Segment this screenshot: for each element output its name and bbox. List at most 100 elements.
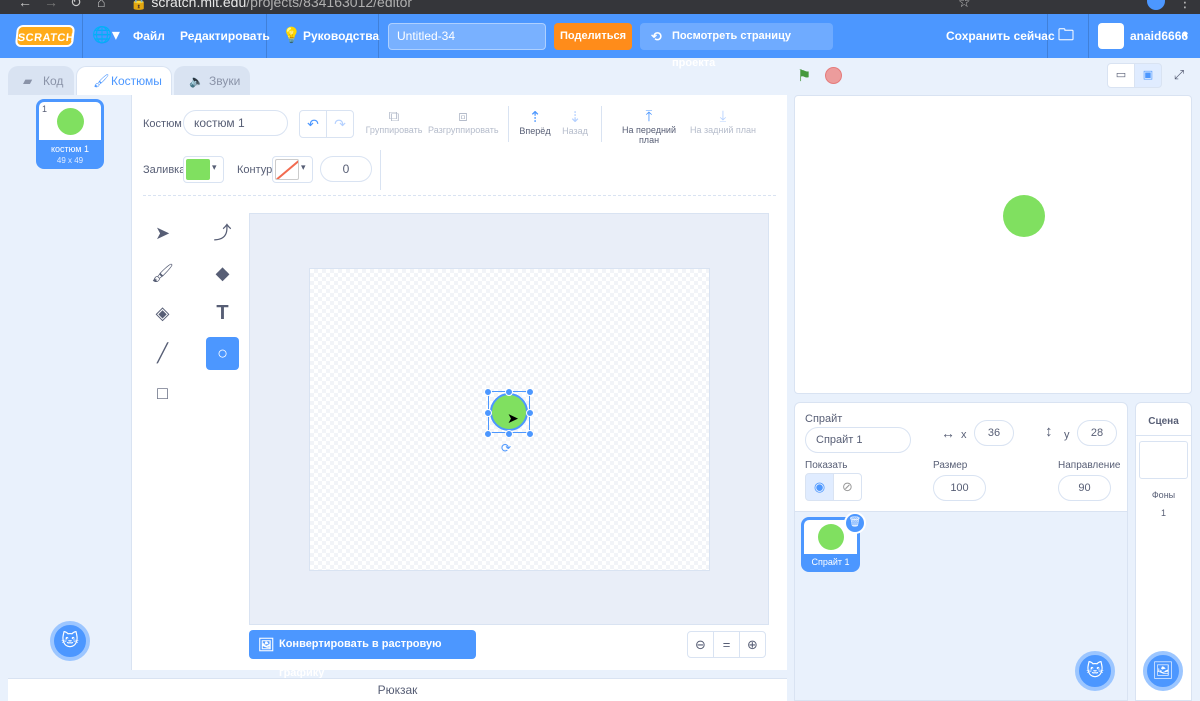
outline-color-picker[interactable]: ▾ <box>272 156 313 183</box>
circle-tool[interactable]: ○ <box>206 337 239 370</box>
group-button[interactable]: ⧉ Группировать <box>365 108 423 135</box>
resize-handle[interactable] <box>484 430 492 438</box>
zoom-in-button[interactable]: ⊕ <box>739 631 766 658</box>
rotate-handle-icon[interactable]: ⟳ <box>501 441 511 455</box>
share-button[interactable]: Поделиться <box>554 23 632 50</box>
fullscreen-icon: ⤢ <box>1173 67 1185 82</box>
resize-handle[interactable] <box>526 388 534 396</box>
eraser-tool[interactable]: ◆ <box>206 257 239 290</box>
menu-divider <box>82 14 83 58</box>
bookmark-star-icon[interactable]: ☆ <box>958 0 971 11</box>
back-icon[interactable]: ← <box>18 0 32 10</box>
choose-costume-button[interactable]: 🐱 <box>50 621 90 661</box>
resize-handle[interactable] <box>526 430 534 438</box>
fill-color-picker[interactable]: ▾ <box>183 156 224 183</box>
ungroup-button[interactable]: ⧈ Разгруппировать <box>428 108 499 135</box>
menu-divider <box>1047 14 1048 58</box>
my-stuff-folder-icon[interactable]: 🗀 <box>1058 14 1074 58</box>
fullscreen-button[interactable]: ⤢ <box>1166 63 1192 88</box>
convert-to-bitmap-button[interactable]: 🖼 Конвертировать в растровую графику <box>249 630 476 679</box>
square-icon: □ <box>157 383 168 403</box>
tab-costumes[interactable]: 🖌 Костюмы <box>76 66 172 97</box>
show-sprite-button[interactable]: ◉ <box>805 473 834 501</box>
small-stage-icon: ▭ <box>1115 69 1127 81</box>
tab-code[interactable]: ▰ Код <box>8 66 74 96</box>
undo-button[interactable]: ↶ <box>299 110 327 138</box>
direction-input[interactable]: 90 <box>1058 475 1111 501</box>
x-arrows-icon: ↔ <box>941 425 955 441</box>
stop-icon[interactable] <box>825 67 842 84</box>
y-label: y <box>1064 429 1070 441</box>
project-title-input[interactable]: Untitled-34 <box>388 23 546 50</box>
line-tool[interactable]: ╱ <box>146 337 179 370</box>
outline-label: Контур <box>237 164 273 176</box>
y-input[interactable]: 28 <box>1077 420 1117 446</box>
file-menu[interactable]: Файл <box>133 14 165 58</box>
back-arrow-icon: ⤓ <box>719 108 727 125</box>
choose-backdrop-button[interactable]: 🖼 <box>1143 651 1183 691</box>
zoom-reset-button[interactable]: = <box>713 631 740 658</box>
toolbar-divider <box>508 106 509 142</box>
save-now-button[interactable]: Сохранить сейчас <box>946 14 1055 58</box>
tutorials-menu[interactable]: Руководства <box>303 14 379 58</box>
fill-tool[interactable]: ◈ <box>146 297 179 330</box>
menu-divider <box>378 14 379 58</box>
send-to-back-button[interactable]: ⤓ На задний план <box>690 108 756 135</box>
size-input[interactable]: 100 <box>933 475 986 501</box>
x-input[interactable]: 36 <box>974 420 1014 446</box>
text-tool[interactable]: T <box>206 297 239 330</box>
large-stage-button[interactable]: ▣ <box>1134 63 1162 88</box>
stage[interactable] <box>794 95 1192 394</box>
reshape-tool[interactable]: ⤴ <box>206 217 239 250</box>
forward-icon[interactable]: → <box>44 0 58 10</box>
resize-handle[interactable] <box>505 430 513 438</box>
resize-handle[interactable] <box>526 409 534 417</box>
bring-to-front-button[interactable]: ⤒ На передний план <box>611 108 687 145</box>
front-arrow-icon: ⤒ <box>645 108 653 125</box>
sprite-name-input[interactable]: Спрайт 1 <box>805 427 911 453</box>
delete-sprite-button[interactable]: 🗑 <box>844 512 866 534</box>
resize-handle[interactable] <box>484 388 492 396</box>
select-tool[interactable]: ➤ <box>146 217 179 250</box>
eraser-icon: ◆ <box>215 263 230 283</box>
zoom-out-button[interactable]: ⊖ <box>687 631 714 658</box>
stage-sprite[interactable] <box>1003 195 1045 237</box>
scratch-logo[interactable]: SCRATCH <box>14 25 76 47</box>
address-bar[interactable]: 🔒 scratch.mit.edu/projects/834163012/edi… <box>130 0 412 11</box>
choose-sprite-button[interactable]: 🐱 <box>1075 651 1115 691</box>
tab-sounds[interactable]: 🔈 Звуки <box>174 66 250 96</box>
outline-width-input[interactable]: 0 <box>320 156 372 182</box>
costume-index: 1 <box>42 104 48 114</box>
small-stage-button[interactable]: ▭ <box>1107 63 1135 88</box>
menu-divider <box>266 14 267 58</box>
green-flag-icon[interactable]: ⚑ <box>797 66 811 86</box>
toolbar-divider <box>380 150 381 190</box>
backpack-bar[interactable]: Рюкзак <box>8 678 787 701</box>
costume-thumbnail[interactable]: 1 костюм 1 49 x 49 <box>36 99 104 169</box>
backdrop-thumbnail[interactable] <box>1139 441 1188 479</box>
see-project-page-button[interactable]: ⟲ Посмотреть страницу проекта <box>640 23 833 69</box>
hide-sprite-button[interactable]: ⊘ <box>833 473 862 501</box>
costume-name-input[interactable]: костюм 1 <box>183 110 288 136</box>
mouse-cursor-icon: ➤ <box>507 410 519 426</box>
avatar[interactable] <box>1098 23 1124 49</box>
rectangle-tool[interactable]: □ <box>146 377 179 410</box>
account-chevron-down-icon[interactable]: ▾ <box>1183 14 1188 58</box>
back-label: На задний план <box>690 125 757 135</box>
browser-menu-icon[interactable]: ⋮ <box>1178 0 1192 11</box>
username-label[interactable]: anaid6666 <box>1130 14 1188 58</box>
home-icon[interactable]: ⌂ <box>97 0 105 10</box>
resize-handle[interactable] <box>484 409 492 417</box>
sprite-label: Спрайт <box>805 413 843 425</box>
resize-handle[interactable] <box>505 388 513 396</box>
brush-tool[interactable]: 🖌 <box>146 257 179 290</box>
redo-button[interactable]: ↷ <box>326 110 354 138</box>
backward-arrow-icon: ⇣ <box>568 109 582 126</box>
profile-icon[interactable] <box>1147 0 1165 10</box>
reload-icon[interactable]: ↻ <box>70 0 82 11</box>
edit-menu[interactable]: Редактировать <box>180 14 270 58</box>
forward-button[interactable]: ⇡ Вперёд <box>517 108 553 136</box>
backward-button[interactable]: ⇣ Назад <box>558 108 592 136</box>
language-icon[interactable]: 🌐▾ <box>92 14 120 58</box>
show-label: Показать <box>805 460 848 471</box>
